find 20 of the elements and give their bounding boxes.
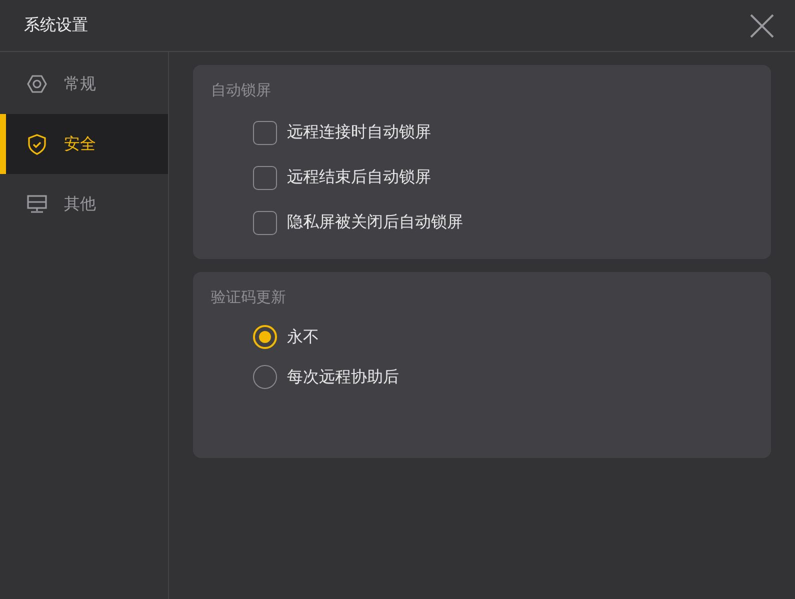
section-title: 验证码更新 <box>211 288 287 307</box>
checkbox[interactable] <box>253 166 277 190</box>
close-icon[interactable] <box>749 12 775 38</box>
monitor-icon <box>26 193 48 215</box>
checkbox[interactable] <box>253 210 277 234</box>
option-label: 隐私屏被关闭后自动锁屏 <box>287 212 463 233</box>
radio-button[interactable] <box>253 365 277 389</box>
option-label: 远程连接时自动锁屏 <box>287 122 431 143</box>
sidebar-item[interactable]: 安全 <box>0 114 168 174</box>
shield-icon <box>26 133 48 155</box>
section-title: 自动锁屏 <box>211 81 272 100</box>
option-label: 永不 <box>287 326 319 348</box>
option-label: 每次远程协助后 <box>287 366 399 388</box>
sidebar-item[interactable]: 其他 <box>0 174 168 234</box>
option-label: 远程结束后自动锁屏 <box>287 167 431 188</box>
checkbox[interactable] <box>253 120 277 144</box>
sidebar-item[interactable]: 常规 <box>0 54 168 114</box>
settings-icon <box>26 73 48 95</box>
radio-button[interactable] <box>253 325 277 349</box>
window-title: 系统设置 <box>24 15 88 36</box>
